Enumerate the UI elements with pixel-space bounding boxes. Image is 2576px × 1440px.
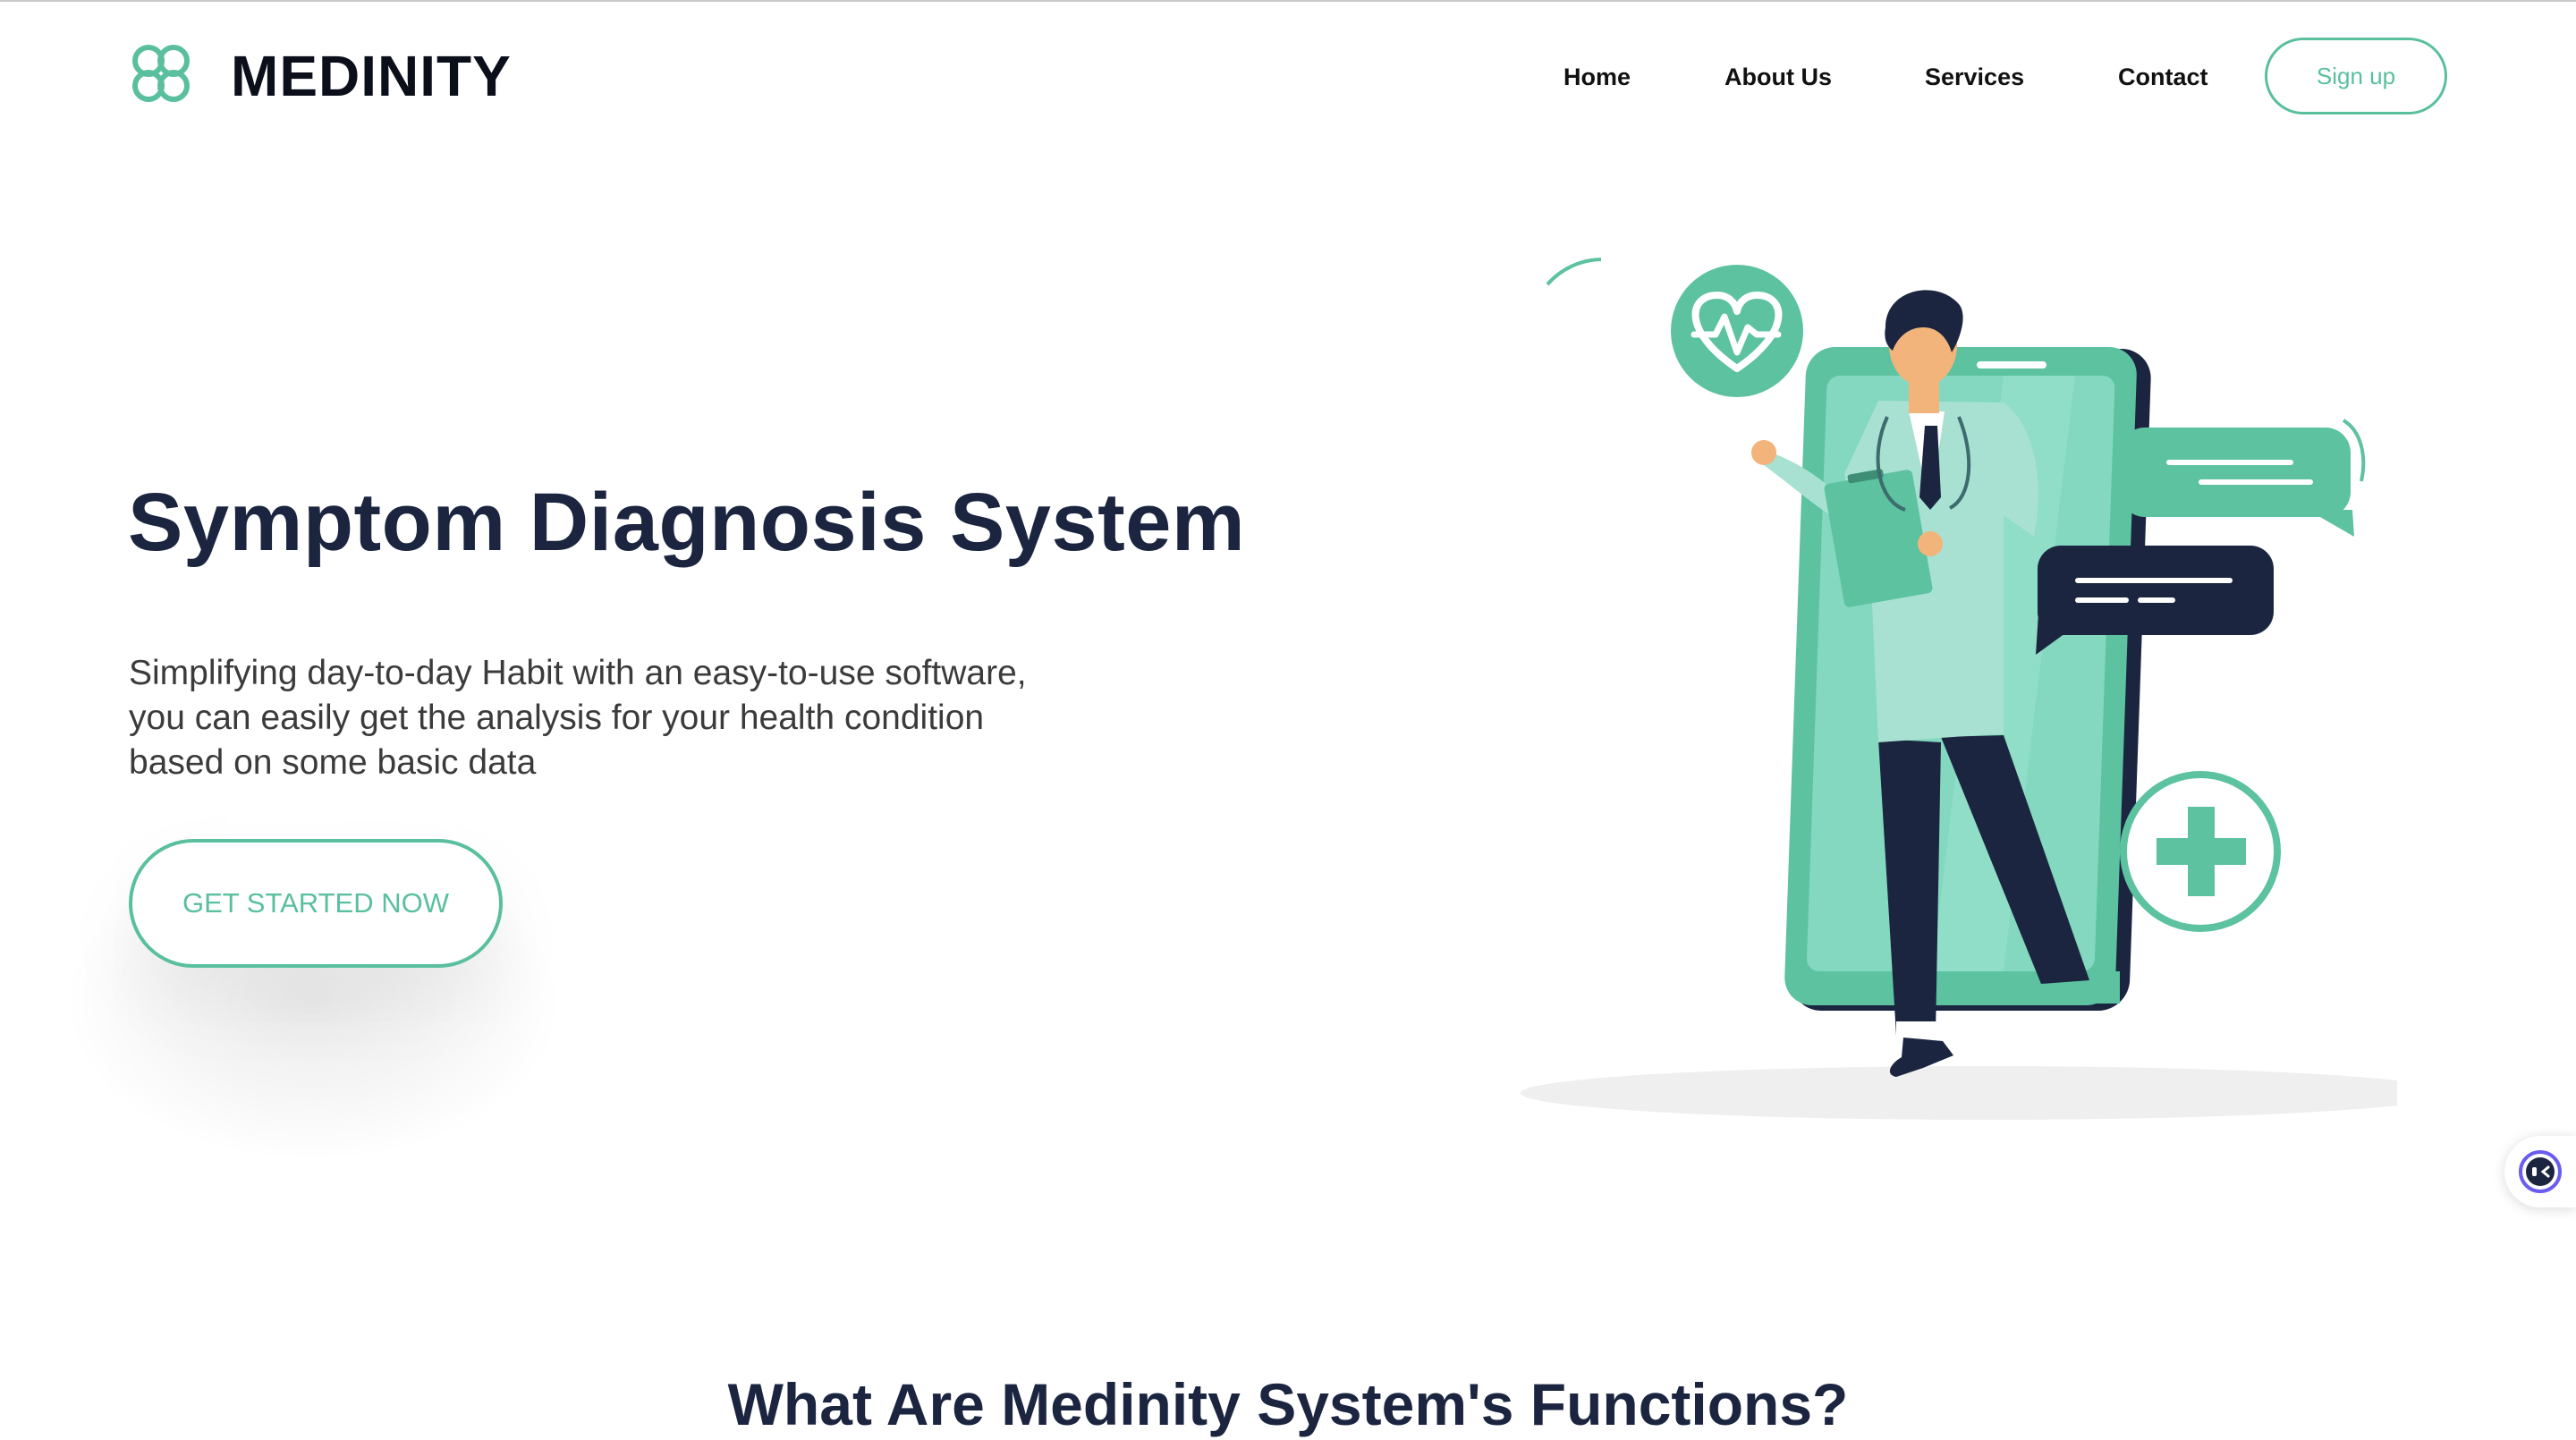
nav-about-us[interactable]: About Us (1724, 57, 1832, 97)
hero-title: Symptom Diagnosis System (128, 477, 1246, 568)
nav-services[interactable]: Services (1925, 57, 2024, 97)
hero-description: Simplifying day-to-day Habit with an eas… (129, 654, 1027, 782)
nav-contact[interactable]: Contact (2118, 57, 2208, 97)
section-title: What Are Medinity System's Functions? (727, 1371, 1849, 1437)
plus-badge-icon (2120, 771, 2281, 932)
assistant-widget[interactable] (2504, 1136, 2576, 1207)
heart-badge-icon (1546, 258, 1803, 397)
flower-logo-icon[interactable] (127, 39, 195, 107)
brand-name[interactable]: MEDINITY (231, 43, 512, 109)
site-header: MEDINITY Home About Us Services Contact … (0, 0, 2576, 152)
assistant-face-icon (2519, 1150, 2562, 1193)
doctor-with-phone-illustration (1521, 258, 2397, 1120)
sign-up-button[interactable]: Sign up (2265, 38, 2447, 114)
chat-bubble-green-icon (2120, 419, 2366, 537)
get-started-button[interactable]: GET STARTED NOW (129, 839, 503, 968)
nav-home[interactable]: Home (1563, 57, 1631, 97)
